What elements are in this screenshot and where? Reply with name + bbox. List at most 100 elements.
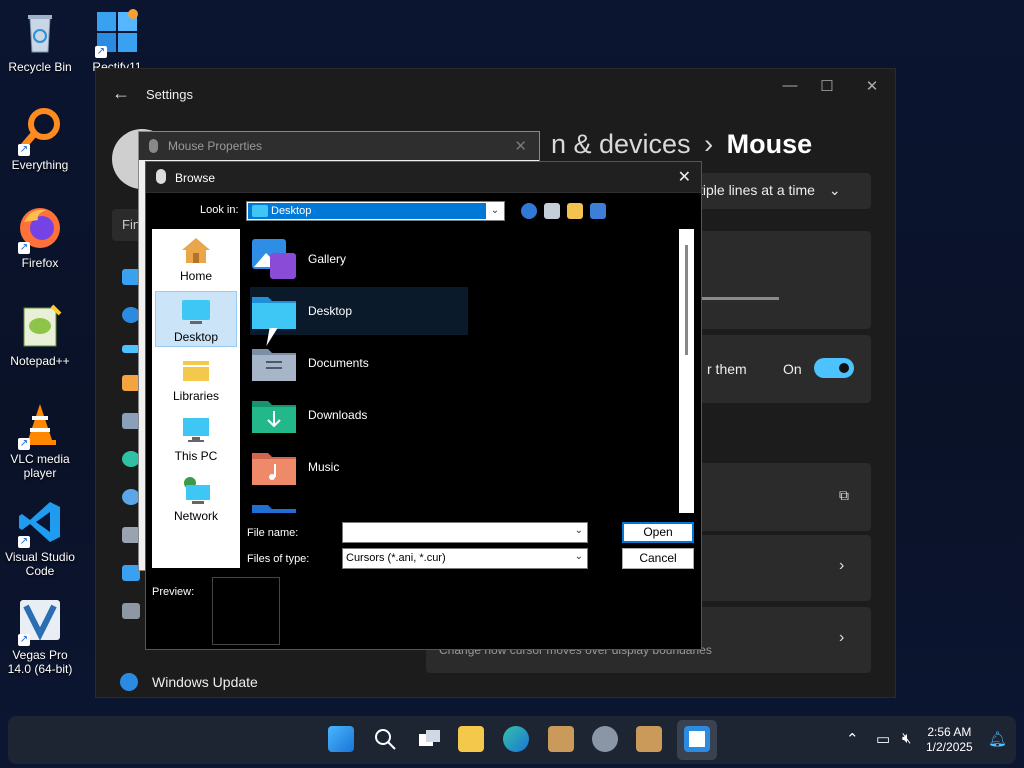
desktop-folder-icon <box>250 289 298 333</box>
mouse-properties-title: Mouse Properties <box>168 139 263 153</box>
shortcut-arrow-icon: ↗ <box>18 144 30 156</box>
scroll-slider-track[interactable] <box>701 297 779 300</box>
toggle-state-label: On <box>783 361 802 377</box>
libraries-icon <box>180 355 212 385</box>
close-icon[interactable]: ✕ <box>678 167 691 187</box>
view-menu-icon[interactable] <box>590 203 606 219</box>
taskbar: ⌃ ▭ 🔇︎ 2:56 AM 1/2/2025 🔔︎ <box>8 716 1016 764</box>
sidebar-item-windows-update[interactable]: Windows Update <box>120 673 258 691</box>
files-of-type-select[interactable]: Cursors (*.ani, *.cur) ⌄ <box>342 548 588 569</box>
desktop-icon-firefox[interactable]: ↗ Firefox <box>0 204 80 270</box>
task-view-icon[interactable] <box>416 726 442 752</box>
vscode-icon: ↗ <box>16 498 64 548</box>
place-libraries[interactable]: Libraries <box>155 351 237 407</box>
scroll-speed-card <box>691 231 871 329</box>
pointer-card[interactable]: › <box>691 535 871 601</box>
sidebar-item-label: Windows Update <box>152 674 258 690</box>
edge-icon[interactable] <box>503 726 529 752</box>
list-item-downloads[interactable]: Downloads <box>250 391 468 439</box>
volume-muted-icon[interactable]: 🔇︎ <box>902 730 911 747</box>
minimize-icon[interactable]: — <box>780 77 800 94</box>
desktop-icon-label: Recycle Bin <box>8 60 72 74</box>
back-icon[interactable] <box>521 203 537 219</box>
clock[interactable]: 2:56 AM 1/2/2025 <box>926 725 973 755</box>
search-icon[interactable] <box>372 726 398 752</box>
look-in-label: Look in: <box>200 204 239 216</box>
folder-icon <box>250 497 298 513</box>
chevron-up-icon[interactable]: ⌃ <box>846 730 859 748</box>
place-home[interactable]: Home <box>155 231 237 287</box>
recycle-bin-icon <box>16 8 64 56</box>
mouse-icon <box>156 169 166 184</box>
desktop-icon-recycle-bin[interactable]: Recycle Bin <box>0 8 80 74</box>
list-item-desktop[interactable]: Desktop <box>250 287 468 335</box>
desktop-icon-rectify11[interactable]: ↗ Rectify11 <box>77 8 157 74</box>
shortcut-arrow-icon: ↗ <box>18 536 30 548</box>
inactive-scroll-toggle[interactable] <box>814 358 854 378</box>
place-network[interactable]: Network <box>155 471 237 527</box>
file-list-scrollbar[interactable] <box>679 229 694 513</box>
vlc-cone-icon: ↗ <box>16 400 64 450</box>
file-name-input[interactable]: ⌄ <box>342 522 588 543</box>
network-tray-icon[interactable]: ▭ <box>876 730 890 748</box>
start-button-icon[interactable] <box>328 726 354 752</box>
place-this-pc[interactable]: This PC <box>155 411 237 467</box>
list-item-partial[interactable] <box>250 495 468 513</box>
chevron-down-icon: ⌄ <box>574 525 583 536</box>
close-icon[interactable]: ✕ <box>862 77 882 95</box>
desktop-icon-everything[interactable]: ↗ Everything <box>0 106 80 172</box>
clock-date: 1/2/2025 <box>926 740 973 754</box>
shortcut-arrow-icon: ↗ <box>18 242 30 254</box>
list-item-documents[interactable]: Documents <box>250 339 468 387</box>
settings-gear-icon[interactable] <box>592 726 618 752</box>
file-explorer-icon[interactable] <box>458 726 484 752</box>
chevron-down-icon: ⌄ <box>828 182 841 198</box>
look-in-dropdown[interactable]: Desktop ⌄ <box>246 201 505 221</box>
new-folder-icon[interactable] <box>567 203 583 219</box>
desktop-icon-vlc[interactable]: ↗ VLC media player <box>0 400 80 480</box>
places-bar: Home Desktop Libraries This PC Network <box>152 229 240 568</box>
network-icon <box>180 475 212 505</box>
list-item-gallery[interactable]: Gallery <box>250 235 468 283</box>
back-arrow-icon[interactable]: ← <box>112 83 130 104</box>
desktop-folder-icon <box>252 205 268 217</box>
desktop-icon-label: Vegas Pro 14.0 (64-bit) <box>7 648 73 676</box>
this-pc-icon <box>180 415 212 445</box>
desktop-icon-label: Visual Studio Code <box>5 550 75 578</box>
cancel-button[interactable]: Cancel <box>622 548 694 569</box>
look-in-value: Desktop <box>271 205 312 217</box>
close-icon[interactable]: ✕ <box>514 137 527 155</box>
preview-box <box>212 577 280 645</box>
shortcut-arrow-icon: ↗ <box>18 634 30 646</box>
chevron-down-icon: ⌄ <box>574 551 583 562</box>
up-folder-icon[interactable] <box>544 203 560 219</box>
files-of-type-label: Files of type: <box>247 553 310 565</box>
installer-icon-2[interactable] <box>636 726 662 752</box>
additional-settings-card[interactable]: ⧉ <box>691 463 871 531</box>
browse-titlebar: Browse ✕ <box>146 162 701 193</box>
privacy-nav-icon[interactable] <box>122 603 140 619</box>
firefox-icon: ↗ <box>16 204 64 254</box>
scrollbar-thumb[interactable] <box>685 245 688 355</box>
chevron-right-icon: › <box>839 557 845 574</box>
chevron-down-icon: ⌄ <box>486 202 504 220</box>
desktop-icon <box>180 296 212 326</box>
gallery-icon <box>250 237 298 281</box>
desktop-icon-notepadpp[interactable]: Notepad++ <box>0 302 80 368</box>
preview-label: Preview: <box>152 586 195 598</box>
list-item-music[interactable]: Music <box>250 443 468 491</box>
open-button[interactable]: Open <box>622 522 694 543</box>
rectify11-app-icon[interactable] <box>684 726 710 752</box>
place-desktop[interactable]: Desktop <box>155 291 237 347</box>
notification-bell-icon[interactable]: 🔔︎ <box>988 730 1007 748</box>
notepad-plus-plus-icon <box>16 302 64 350</box>
desktop-icon-vscode[interactable]: ↗ Visual Studio Code <box>0 498 80 578</box>
scroll-lines-dropdown[interactable]: tiple lines at a time ⌄ <box>691 173 871 209</box>
maximize-icon[interactable]: ☐ <box>817 77 837 95</box>
installer-icon[interactable] <box>548 726 574 752</box>
documents-folder-icon <box>250 341 298 385</box>
rectify11-icon: ↗ <box>93 8 141 58</box>
desktop-icon-label: VLC media player <box>10 452 70 480</box>
desktop-icon-vegas[interactable]: ↗ Vegas Pro 14.0 (64-bit) <box>0 596 80 676</box>
desktop-icon-label: Notepad++ <box>10 354 70 368</box>
